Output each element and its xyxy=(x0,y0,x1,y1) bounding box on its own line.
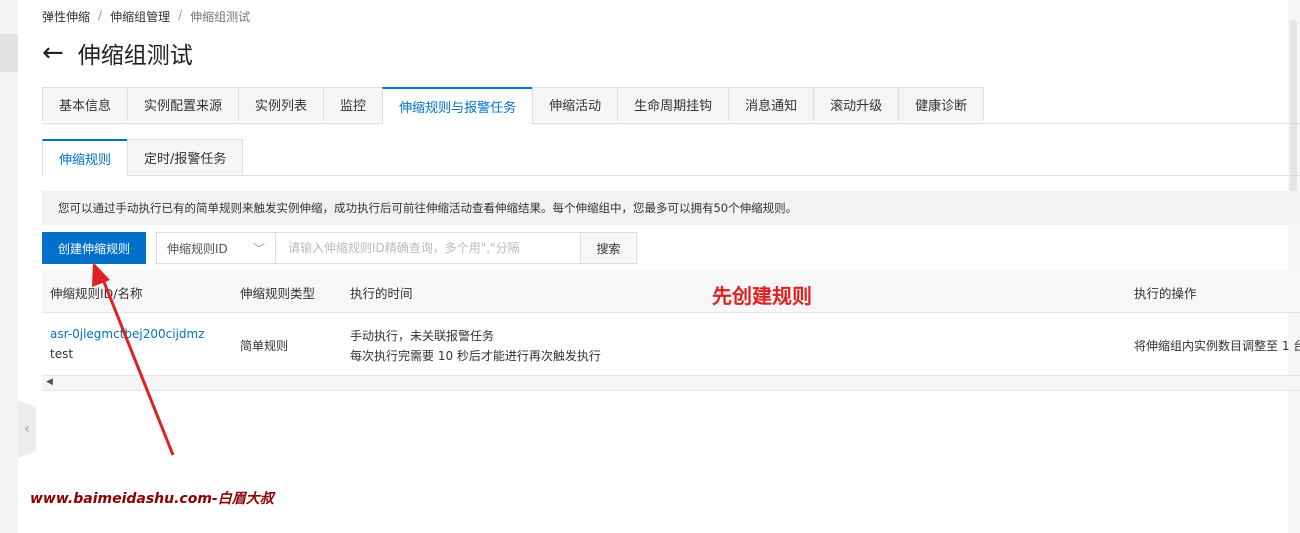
tab-rolling-update[interactable]: 滚动升级 xyxy=(813,87,900,121)
tab-health-check[interactable]: 健康诊断 xyxy=(898,87,985,121)
tab-instance-list[interactable]: 实例列表 xyxy=(238,87,325,121)
rule-name: test xyxy=(50,347,74,361)
header-exec-action: 执行的操作 xyxy=(1134,286,1197,301)
collapse-sidebar-toggle[interactable]: ‹ xyxy=(18,400,36,458)
table-header: 伸缩规则ID/名称 伸缩规则类型 执行的时间 执行的操作 xyxy=(42,270,1300,313)
tab-monitor[interactable]: 监控 xyxy=(323,87,384,121)
breadcrumb-item-group-manage[interactable]: 伸缩组管理 xyxy=(110,8,170,25)
search-input[interactable] xyxy=(276,232,581,264)
sub-tabs: 伸缩规则 定时/报警任务 xyxy=(42,139,1300,176)
tab-instance-config[interactable]: 实例配置来源 xyxy=(127,87,240,121)
breadcrumb-separator: / xyxy=(98,8,103,22)
rule-id-link[interactable]: asr-0jlegmctbej200cijdmz xyxy=(50,327,205,341)
breadcrumb-current: 伸缩组测试 xyxy=(190,10,251,24)
back-arrow-icon[interactable]: ← xyxy=(42,38,64,68)
annotation-text: 先创建规则 xyxy=(712,284,812,308)
scroll-left-icon[interactable]: ◀ xyxy=(46,377,53,387)
left-nav-strip: ‹ xyxy=(0,0,36,533)
horizontal-scrollbar[interactable]: ◀ xyxy=(42,376,1300,391)
title-row: ← 伸缩组测试 xyxy=(42,36,193,70)
chevron-down-icon: ﹀ xyxy=(252,241,265,256)
exec-time-line1: 手动执行，未关联报警任务 xyxy=(350,329,495,343)
tab-notifications[interactable]: 消息通知 xyxy=(728,87,815,121)
page-title: 伸缩组测试 xyxy=(77,43,193,69)
left-nav-block xyxy=(0,34,18,72)
annotation-arrow xyxy=(92,262,175,456)
exec-action: 将伸缩组内实例数目调整至 1 台 xyxy=(1134,339,1300,353)
select-value: 伸缩规则ID xyxy=(167,241,228,256)
header-rule-type: 伸缩规则类型 xyxy=(240,286,316,301)
subtab-scaling-rules[interactable]: 伸缩规则 xyxy=(42,139,129,176)
breadcrumb: 弹性伸缩 / 伸缩组管理 / 伸缩组测试 xyxy=(42,8,250,25)
watermark-text: www.baimeidashu.com-白眉大叔 xyxy=(30,491,274,507)
vertical-scrollbar[interactable] xyxy=(1288,0,1300,533)
breadcrumb-item-elastic[interactable]: 弹性伸缩 xyxy=(42,8,90,25)
tab-scaling-activity[interactable]: 伸缩活动 xyxy=(532,87,619,121)
exec-time-line2: 每次执行完需要 10 秒后才能进行再次触发执行 xyxy=(350,349,601,363)
scaling-rules-table: 伸缩规则ID/名称 伸缩规则类型 执行的时间 执行的操作 asr-0jlegmc… xyxy=(42,270,1300,391)
chevron-left-icon: ‹ xyxy=(24,421,30,437)
info-notice: 您可以通过手动执行已有的简单规则来触发实例伸缩，成功执行后可前往伸缩活动查看伸缩… xyxy=(42,191,1300,225)
search-field-select[interactable]: 伸缩规则ID ﹀ xyxy=(156,232,276,264)
tab-scaling-rules[interactable]: 伸缩规则与报警任务 xyxy=(382,87,534,124)
main-tabs: 基本信息 实例配置来源 实例列表 监控 伸缩规则与报警任务 伸缩活动 生命周期挂… xyxy=(42,87,1300,124)
search-button[interactable]: 搜索 xyxy=(581,232,637,264)
rule-type: 简单规则 xyxy=(240,339,289,353)
tab-basic-info[interactable]: 基本信息 xyxy=(42,87,129,121)
header-rule-id: 伸缩规则ID/名称 xyxy=(50,286,143,301)
table-row: asr-0jlegmctbej200cijdmz test 简单规则 手动执行，… xyxy=(42,313,1300,376)
toolbar: 创建伸缩规则 伸缩规则ID ﹀ 搜索 xyxy=(42,232,637,264)
tab-lifecycle-hooks[interactable]: 生命周期挂钩 xyxy=(617,87,730,121)
create-scaling-rule-button[interactable]: 创建伸缩规则 xyxy=(42,232,146,264)
header-exec-time: 执行的时间 xyxy=(350,286,413,301)
subtab-scheduled-alarm[interactable]: 定时/报警任务 xyxy=(127,139,244,174)
breadcrumb-separator: / xyxy=(178,8,183,22)
